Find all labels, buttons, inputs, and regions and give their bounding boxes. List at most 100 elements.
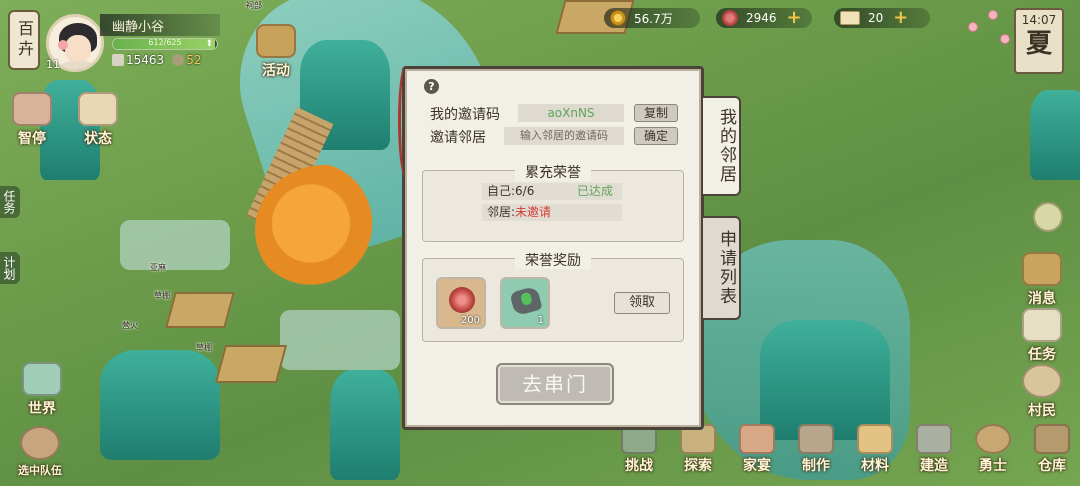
- straw-shed[interactable]: [214, 345, 288, 383]
- stat-b-value: 52: [186, 53, 202, 67]
- flax-field[interactable]: [280, 310, 400, 370]
- build-label: 建造: [920, 458, 948, 474]
- mountain-icon: [22, 362, 62, 396]
- storage-button[interactable]: 仓库: [1023, 424, 1080, 475]
- teal-cliff: [330, 370, 400, 480]
- craft-button[interactable]: 制作: [787, 424, 845, 475]
- status-button[interactable]: 状态: [70, 92, 126, 148]
- status-label: 状态: [84, 131, 112, 147]
- lantern-icon: [256, 24, 296, 58]
- hand-icon: [12, 92, 52, 126]
- confirm-button[interactable]: 确定: [634, 127, 678, 145]
- teal-cliff: [100, 350, 220, 460]
- craft-label: 制作: [802, 458, 830, 474]
- feast-button[interactable]: 家宴: [728, 424, 786, 475]
- warriors-button[interactable]: 勇士: [964, 424, 1022, 475]
- season-clock[interactable]: 14:07 夏: [1014, 8, 1064, 74]
- ticket-counter: 20 +: [834, 8, 930, 28]
- explore-button[interactable]: 探索: [669, 424, 727, 475]
- event-button[interactable]: 活动: [248, 24, 304, 80]
- my-invite-code: aoXnNS: [518, 104, 624, 122]
- left-tab-tasks[interactable]: 任务: [0, 186, 20, 218]
- house-status-icon: [78, 92, 118, 126]
- hammer-icon: [798, 424, 834, 454]
- building-label: 草棚: [154, 291, 170, 300]
- axe-icon: [916, 424, 952, 454]
- quests-label: 任务: [1028, 347, 1056, 363]
- building-label: 营火: [122, 321, 138, 330]
- exp-bar: 612/625 ⬆: [112, 38, 218, 50]
- claim-button[interactable]: 领取: [614, 292, 670, 314]
- materials-button[interactable]: 材料: [846, 424, 904, 475]
- help-icon[interactable]: ?: [424, 79, 439, 94]
- messages-button[interactable]: 消息: [1014, 252, 1070, 308]
- storage-label: 仓库: [1038, 458, 1066, 474]
- bell-icon: [1022, 252, 1062, 286]
- coin-value: 56.7万: [634, 11, 673, 26]
- player-stats: 15463 52: [112, 53, 201, 67]
- clock-season: 夏: [1025, 29, 1052, 59]
- teal-cliff: [1030, 90, 1080, 180]
- red-rope-decoration: [398, 66, 412, 176]
- player-name[interactable]: 幽静小谷: [100, 14, 220, 36]
- challenge-button[interactable]: 挑战: [610, 424, 668, 475]
- copy-button[interactable]: 复制: [634, 104, 678, 122]
- reward-title-wrap: 荣誉奖励: [423, 250, 683, 270]
- honor-title-wrap: 累充荣誉: [423, 162, 683, 182]
- building-label: 草棚: [196, 343, 212, 352]
- coin-icon: [610, 10, 626, 26]
- reward-item[interactable]: 200: [436, 277, 486, 329]
- messages-label: 消息: [1028, 291, 1056, 307]
- world-button[interactable]: 世界: [14, 362, 70, 418]
- villager-hat-icon: [1022, 364, 1062, 398]
- peach-icon: [58, 40, 68, 50]
- event-label: 活动: [262, 63, 290, 79]
- visit-neighbor-button[interactable]: 去串门: [496, 363, 614, 405]
- neighbor-progress-text: 邻居:: [487, 205, 516, 219]
- self-progress: 自己:6/6 已达成: [482, 183, 622, 200]
- orange-tree[interactable]: [255, 165, 395, 295]
- straw-shed[interactable]: [165, 292, 235, 328]
- invite-neighbor-label: 邀请邻居: [430, 130, 486, 146]
- blossom-icon: [988, 10, 998, 20]
- crop-label: 亚麻: [150, 263, 166, 272]
- world-label: 世界: [28, 401, 56, 417]
- select-team-button[interactable]: 选中队伍: [12, 426, 68, 478]
- side-title[interactable]: 百卉: [8, 10, 40, 70]
- blossom-icon: [1000, 34, 1010, 44]
- invite-code-input[interactable]: 输入邻居的邀请码: [504, 127, 624, 145]
- tab-request-list[interactable]: 申请列表: [703, 216, 741, 320]
- stat-b: 52: [172, 53, 201, 67]
- add-ticket-button[interactable]: +: [893, 9, 908, 27]
- self-status: 已达成: [577, 184, 614, 198]
- left-tab-plan[interactable]: 计划: [0, 252, 20, 284]
- warriors-label: 勇士: [979, 458, 1007, 474]
- self-progress-text: 自己:6/6: [487, 184, 535, 198]
- player-level: 11: [46, 58, 60, 71]
- blossom-icon: [968, 22, 978, 32]
- auto-stop-button[interactable]: 智停: [4, 92, 60, 148]
- reward-item[interactable]: 1: [500, 277, 550, 329]
- select-team-label: 选中队伍: [18, 464, 62, 477]
- team-avatar-icon: [20, 426, 60, 460]
- exp-text: 612/625: [148, 38, 182, 47]
- challenge-label: 挑战: [625, 458, 653, 474]
- tab-my-neighbors[interactable]: 我的邻居: [703, 96, 741, 196]
- flax-field[interactable]: [120, 220, 230, 270]
- neighbor-status: 未邀请: [515, 205, 552, 219]
- scroll-icon: [1022, 308, 1062, 342]
- villagers-button[interactable]: 村民: [1014, 364, 1070, 420]
- jade-value: 2946: [746, 11, 777, 25]
- add-jade-button[interactable]: +: [787, 9, 802, 27]
- ticket-icon: [840, 11, 860, 25]
- avatar-face: [65, 35, 91, 63]
- clock-time: 14:07: [1021, 13, 1057, 27]
- flower-icon: [1033, 202, 1063, 232]
- stat-a: 15463: [112, 53, 164, 67]
- build-button[interactable]: 建造: [905, 424, 963, 475]
- ticket-value: 20: [868, 11, 884, 25]
- quests-button[interactable]: 任务: [1014, 308, 1070, 364]
- teal-cliff: [760, 320, 890, 440]
- building-label: 祠部: [246, 1, 262, 10]
- flower-button[interactable]: [1020, 202, 1076, 234]
